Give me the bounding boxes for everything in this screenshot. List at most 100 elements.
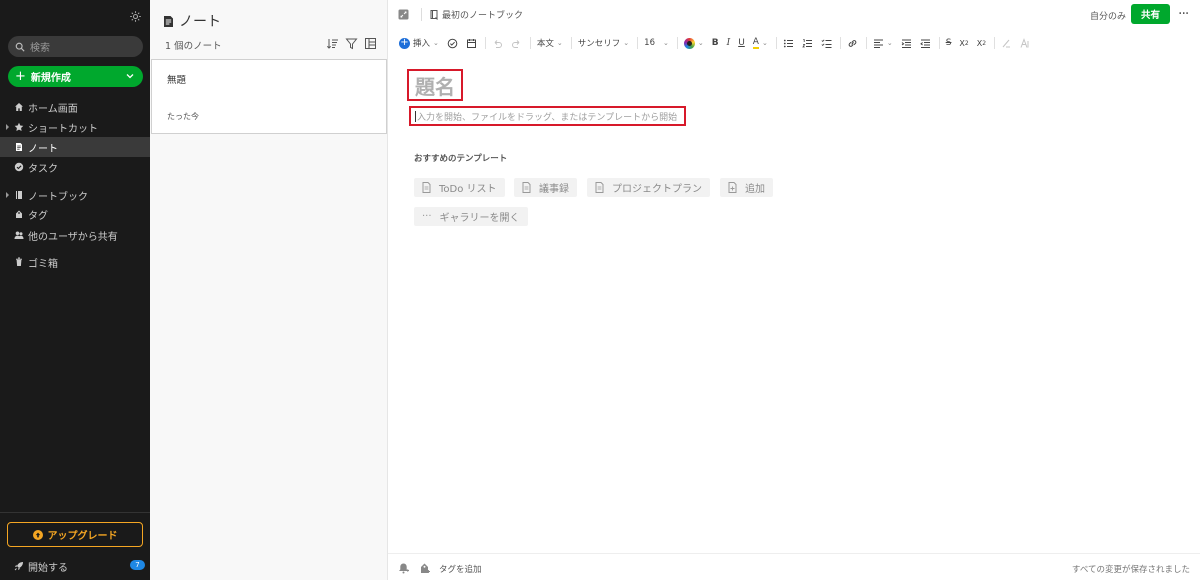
color-wheel-icon <box>683 37 695 49</box>
font-size-dropdown[interactable]: 16 ⌄ <box>644 35 669 51</box>
editor-footer: タグを追加 すべての変更が保存されました <box>388 553 1200 580</box>
sidebar-item-tags[interactable]: タグ <box>0 204 150 224</box>
bold-button[interactable]: B <box>712 35 719 51</box>
caret-right-icon[interactable] <box>5 123 10 131</box>
chevron-down-icon: ⌄ <box>433 39 439 47</box>
note-list-tools <box>326 37 377 50</box>
notebook-icon <box>430 9 439 20</box>
view-layout-icon[interactable] <box>364 37 377 50</box>
calendar-button[interactable] <box>466 35 477 51</box>
notebook-name: 最初のノートブック <box>442 11 524 21</box>
add-tag-label[interactable]: タグを追加 <box>439 563 482 575</box>
paragraph-style-value: 本文 <box>536 39 554 49</box>
caret-right-icon[interactable] <box>5 191 10 199</box>
people-icon <box>14 230 24 240</box>
insert-label: 挿入 <box>413 39 431 49</box>
note-title-input[interactable]: 題名 <box>407 69 463 101</box>
new-button-label: 新規作成 <box>30 73 71 84</box>
toolbar-separator <box>529 37 531 49</box>
get-started-label: 開始する <box>28 562 68 574</box>
paragraph-style-dropdown[interactable]: 本文 ⌄ <box>537 35 563 51</box>
template-minutes-button[interactable]: 議事録 <box>514 178 577 197</box>
upgrade-arrow-icon <box>32 529 43 540</box>
strikethrough-button[interactable]: S <box>946 35 952 51</box>
align-button[interactable]: ⌄ <box>873 35 893 51</box>
underline-button[interactable]: U <box>738 35 745 51</box>
template-add-button[interactable]: 追加 <box>720 178 773 197</box>
home-icon <box>14 102 24 112</box>
sidebar-item-notebooks[interactable]: ノートブック <box>0 185 150 205</box>
link-button[interactable] <box>847 35 858 51</box>
toolbar-separator <box>484 37 486 49</box>
note-body-input[interactable]: 入力を開始、ファイルをドラッグ、またはテンプレートから開始 <box>409 106 686 126</box>
save-status: すべての変更が保存されました <box>1071 565 1190 575</box>
clear-format-button[interactable] <box>1001 35 1012 51</box>
highlight-button[interactable]: A ⌄ <box>752 35 768 51</box>
note-card[interactable]: 無題 たった今 <box>151 59 387 134</box>
share-button[interactable]: 共有 <box>1131 4 1170 24</box>
sidebar-item-shortcuts[interactable]: ショートカット <box>0 117 150 137</box>
toolbar-separator <box>839 37 841 49</box>
star-icon <box>14 122 24 132</box>
checklist-button[interactable] <box>821 35 832 51</box>
task-button[interactable] <box>447 35 458 51</box>
editor-topbar: 最初のノートブック 自分のみ 共有 ··· <box>388 0 1200 30</box>
reminder-bell-icon[interactable] <box>398 562 409 574</box>
expand-icon[interactable] <box>398 9 409 20</box>
sidebar-item-home[interactable]: ホーム画面 <box>0 97 150 117</box>
editor-panel: 最初のノートブック 自分のみ 共有 ··· + 挿入 ⌄ 本文 ⌄ サンセリフ … <box>388 0 1200 580</box>
tag-add-icon[interactable] <box>419 562 430 574</box>
template-label: プロジェクトプラン <box>612 184 702 195</box>
toolbar-separator <box>570 37 572 49</box>
get-started-item[interactable]: 開始する 7 <box>14 559 145 574</box>
chevron-down-icon: ⌄ <box>663 39 669 47</box>
chevron-down-icon[interactable] <box>125 71 135 81</box>
indent-button[interactable] <box>901 35 912 51</box>
trash-icon <box>14 257 24 267</box>
ellipsis-icon: ··· <box>422 211 432 222</box>
get-started-badge: 7 <box>130 560 145 570</box>
bullet-list-button[interactable] <box>783 35 794 51</box>
note-card-title: 無題 <box>167 75 187 86</box>
sidebar-item-trash[interactable]: ゴミ箱 <box>0 252 150 272</box>
font-family-dropdown[interactable]: サンセリフ ⌄ <box>578 35 629 51</box>
sidebar-item-shared[interactable]: 他のユーザから共有 <box>0 225 150 245</box>
search-box[interactable]: 検索 <box>8 36 143 57</box>
format-painter-button[interactable] <box>1020 35 1031 51</box>
template-project-plan-button[interactable]: プロジェクトプラン <box>587 178 710 197</box>
subscript-button[interactable]: X2 <box>977 35 986 51</box>
template-todo-button[interactable]: ToDo リスト <box>414 178 505 197</box>
more-options-icon[interactable]: ··· <box>1178 6 1189 22</box>
undo-button[interactable] <box>492 35 503 51</box>
redo-button[interactable] <box>511 35 522 51</box>
numbered-list-button[interactable] <box>802 35 813 51</box>
new-note-button[interactable]: + 新規作成 <box>8 66 143 87</box>
upgrade-button[interactable]: アップグレード <box>7 522 143 547</box>
toolbar-separator <box>676 37 678 49</box>
sidebar-item-label: ノート <box>28 143 58 155</box>
toolbar-separator <box>938 37 940 49</box>
sort-icon[interactable] <box>326 37 339 50</box>
settings-gear-icon[interactable] <box>129 10 142 23</box>
sidebar: 検索 + 新規作成 ホーム画面 ショートカット ノート タスク ノートブック タ… <box>0 0 150 580</box>
insert-button[interactable]: + 挿入 ⌄ <box>399 35 439 51</box>
superscript-button[interactable]: X2 <box>959 35 968 51</box>
text-color-button[interactable]: ⌄ <box>683 35 704 51</box>
filter-icon[interactable] <box>345 37 358 50</box>
sidebar-item-tasks[interactable]: タスク <box>0 157 150 177</box>
outdent-button[interactable] <box>919 35 931 51</box>
document-icon <box>595 182 604 193</box>
toolbar-separator <box>865 37 867 49</box>
notebook-breadcrumb[interactable]: 最初のノートブック <box>430 8 523 21</box>
open-gallery-button[interactable]: ··· ギャラリーを開く <box>414 207 528 226</box>
sidebar-item-notes[interactable]: ノート <box>0 137 150 157</box>
visibility-label[interactable]: 自分のみ <box>1090 9 1126 22</box>
note-icon <box>163 15 174 28</box>
italic-button[interactable]: I <box>727 35 731 51</box>
sidebar-item-label: 他のユーザから共有 <box>28 231 118 243</box>
rocket-icon <box>14 561 24 571</box>
sidebar-item-label: ゴミ箱 <box>28 258 58 270</box>
note-count: 1 個のノート <box>165 41 222 52</box>
gallery-label: ギャラリーを開く <box>439 213 520 224</box>
body-placeholder: 入力を開始、ファイルをドラッグ、またはテンプレートから開始 <box>417 112 678 123</box>
